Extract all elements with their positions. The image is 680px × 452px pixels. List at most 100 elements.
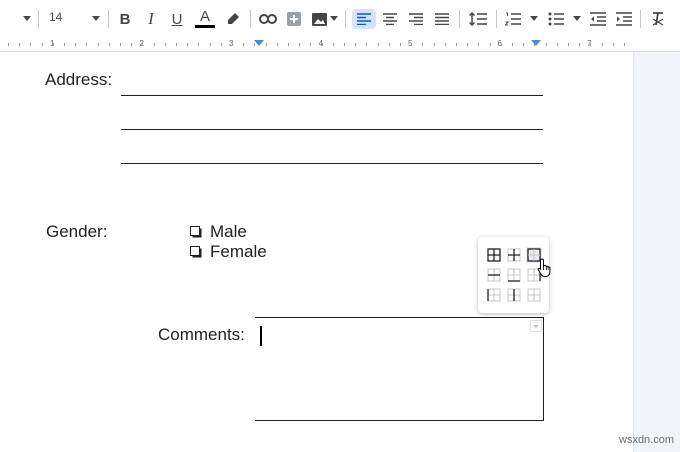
align-center-button[interactable] xyxy=(380,9,400,29)
insert-image-caret[interactable] xyxy=(330,16,338,21)
ruler-tick xyxy=(131,43,133,46)
ruler-tick xyxy=(388,43,390,46)
inner-horizontal-border-icon[interactable] xyxy=(486,267,502,283)
ruler-tick xyxy=(332,43,334,46)
watermark: wsxdn.com xyxy=(619,434,675,446)
text-color-bar xyxy=(195,25,215,28)
address-line xyxy=(121,163,543,164)
right-indent-marker[interactable] xyxy=(531,40,541,46)
address-line xyxy=(121,95,543,96)
text-color-button[interactable]: A xyxy=(194,9,216,29)
left-border-icon[interactable] xyxy=(486,287,502,303)
align-right-button[interactable] xyxy=(406,9,426,29)
ruler-tick xyxy=(523,43,525,46)
ruler-tick xyxy=(176,43,177,46)
ruler-tick xyxy=(220,43,222,46)
ruler-tick xyxy=(512,43,513,46)
ruler-tick xyxy=(108,43,110,46)
ruler-tick xyxy=(601,43,603,46)
comments-table-cell[interactable] xyxy=(255,317,544,421)
ruler-tick xyxy=(579,43,581,46)
ruler-tick xyxy=(612,43,614,46)
ruler-tick xyxy=(500,43,502,46)
ruler-tick xyxy=(422,43,424,46)
bottom-border-icon[interactable] xyxy=(506,267,522,283)
ruler-tick xyxy=(243,43,245,46)
ruler-tick xyxy=(556,43,558,46)
all-borders-icon[interactable] xyxy=(486,247,502,263)
toolbar-separator xyxy=(38,10,39,28)
italic-button[interactable]: I xyxy=(142,9,160,29)
toolbar: 14 B I U A xyxy=(0,0,680,38)
ruler-tick xyxy=(265,43,267,46)
bulleted-list-icon[interactable] xyxy=(546,9,566,29)
ruler-tick xyxy=(467,43,469,46)
add-comment-icon[interactable] xyxy=(285,9,303,29)
ruler-tick xyxy=(478,43,480,46)
ruler-tick xyxy=(120,43,121,46)
ruler-tick xyxy=(30,43,32,46)
ruler-tick xyxy=(19,43,21,46)
font-size-dropdown-caret[interactable] xyxy=(92,16,100,21)
insert-image-icon[interactable] xyxy=(310,9,328,29)
align-left-button[interactable] xyxy=(352,9,376,29)
ruler-tick xyxy=(489,43,491,46)
comments-label: Comments: xyxy=(158,325,245,344)
clear-formatting-icon[interactable] xyxy=(648,9,668,29)
option-female: Female xyxy=(210,242,267,261)
ruler-tick xyxy=(276,43,278,46)
ruler-tick xyxy=(52,43,54,46)
inner-borders-icon[interactable] xyxy=(506,247,522,263)
cell-options-dropdown[interactable] xyxy=(530,320,542,332)
ruler-tick xyxy=(142,43,144,46)
ruler-tick xyxy=(411,43,413,46)
ruler-tick xyxy=(400,43,401,46)
ruler-tick xyxy=(75,43,77,46)
ruler-tick xyxy=(366,43,368,46)
vertical-inner-border-icon[interactable] xyxy=(506,287,522,303)
decrease-indent-icon[interactable] xyxy=(588,9,608,29)
ruler-tick xyxy=(321,43,323,46)
ruler-tick xyxy=(310,43,312,46)
hand-pointer-icon xyxy=(537,258,553,283)
underline-button[interactable]: U xyxy=(168,9,186,29)
right-border-icon[interactable] xyxy=(526,287,542,303)
numbered-list-caret[interactable] xyxy=(530,16,538,21)
toolbar-separator xyxy=(459,10,460,28)
ruler-tick xyxy=(164,43,166,46)
chevron-down-icon xyxy=(533,325,539,328)
male-checkbox[interactable] xyxy=(190,226,200,236)
gender-label: Gender: xyxy=(46,222,108,241)
justify-button[interactable] xyxy=(432,9,452,29)
ruler-tick xyxy=(86,43,88,46)
ruler-tick xyxy=(344,43,345,46)
toolbar-separator xyxy=(496,10,497,28)
address-line xyxy=(121,129,543,130)
ruler-tick xyxy=(444,43,446,46)
line-spacing-icon[interactable] xyxy=(467,9,489,29)
scrollbar-area[interactable] xyxy=(633,52,680,452)
ruler-tick xyxy=(433,43,435,46)
font-size-field[interactable]: 14 xyxy=(49,10,79,24)
link-icon[interactable] xyxy=(258,9,278,29)
ruler-tick xyxy=(288,43,289,46)
text-color-letter: A xyxy=(199,8,210,25)
style-dropdown-caret[interactable] xyxy=(23,16,31,21)
ruler-tick xyxy=(153,43,155,46)
ruler: 1234567 xyxy=(0,38,680,52)
ruler-tick xyxy=(568,43,569,46)
female-checkbox[interactable] xyxy=(190,246,200,256)
indent-marker[interactable] xyxy=(254,40,264,46)
ruler-tick xyxy=(97,43,99,46)
text-cursor xyxy=(260,326,262,346)
ruler-tick xyxy=(198,43,200,46)
ruler-tick xyxy=(456,43,457,46)
ruler-tick xyxy=(209,43,211,46)
bold-button[interactable]: B xyxy=(116,9,134,29)
numbered-list-icon[interactable] xyxy=(503,9,523,29)
ruler-tick xyxy=(64,43,65,46)
ruler-tick xyxy=(377,43,379,46)
highlight-pen-icon[interactable] xyxy=(224,9,242,29)
bulleted-list-caret[interactable] xyxy=(573,16,581,21)
increase-indent-icon[interactable] xyxy=(614,9,634,29)
